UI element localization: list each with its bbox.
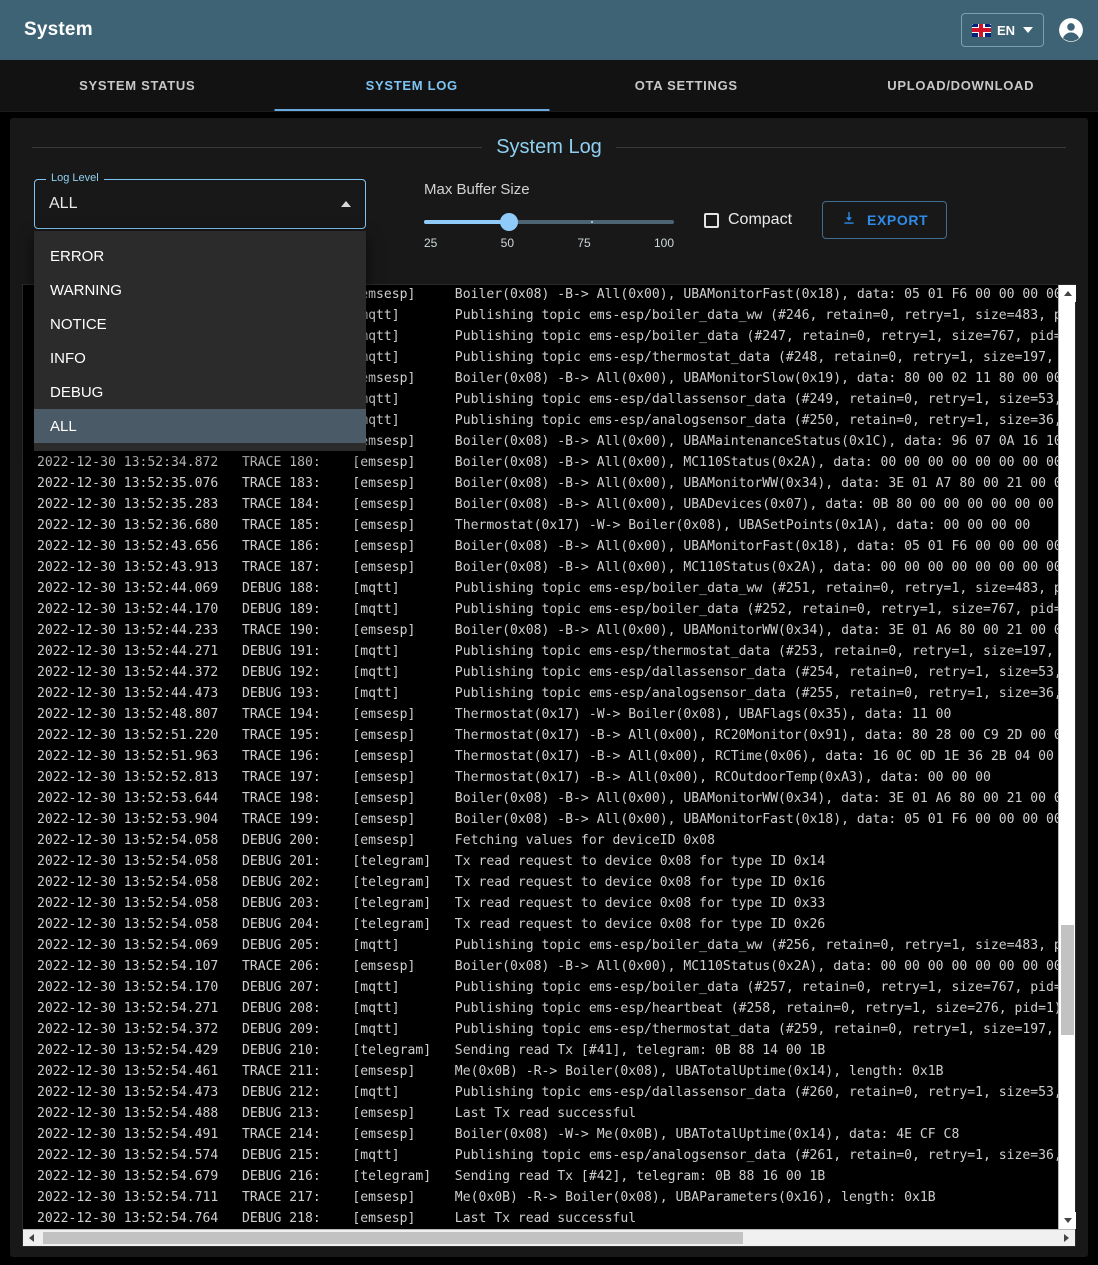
log-line: 2022-12-30 13:52:34.872 TRACE 180: [emse… <box>37 452 1058 473</box>
slider-tick-75 <box>591 221 593 223</box>
log-level-menu: ERROR WARNING NOTICE INFO DEBUG ALL <box>34 231 366 451</box>
slider-marks: 25 50 75 100 <box>424 236 674 250</box>
vertical-scroll-thumb[interactable] <box>1061 925 1074 1035</box>
log-line: 2022-12-30 13:52:52.813 TRACE 197: [emse… <box>37 767 1058 788</box>
log-line: 2022-12-30 13:52:54.764 DEBUG 218: [emse… <box>37 1208 1058 1229</box>
max-buffer-size-block: Max Buffer Size 25 50 75 100 <box>424 179 674 250</box>
log-line: 2022-12-30 13:52:54.058 DEBUG 201: [tele… <box>37 851 1058 872</box>
controls-row: Log Level ALL ERROR WARNING NOTICE INFO … <box>10 159 1088 250</box>
log-level-option-notice[interactable]: NOTICE <box>34 307 366 341</box>
divider-right <box>616 147 1066 148</box>
log-line: 2022-12-30 13:52:53.904 TRACE 199: [emse… <box>37 809 1058 830</box>
log-line: 2022-12-30 13:52:35.283 TRACE 184: [emse… <box>37 494 1058 515</box>
log-line: 2022-12-30 13:52:54.058 DEBUG 203: [tele… <box>37 893 1058 914</box>
slider-thumb[interactable] <box>500 213 518 231</box>
tab-ota-settings[interactable]: OTA SETTINGS <box>549 60 824 111</box>
log-line: 2022-12-30 13:52:54.058 DEBUG 202: [tele… <box>37 872 1058 893</box>
log-line: 2022-12-30 13:52:54.429 DEBUG 210: [tele… <box>37 1040 1058 1061</box>
log-line: 2022-12-30 13:52:53.644 TRACE 198: [emse… <box>37 788 1058 809</box>
log-line: 2022-12-30 13:52:51.220 TRACE 195: [emse… <box>37 725 1058 746</box>
log-level-option-debug[interactable]: DEBUG <box>34 375 366 409</box>
log-line: 2022-12-30 13:52:54.679 DEBUG 216: [tele… <box>37 1166 1058 1187</box>
slider-mark-25: 25 <box>424 236 437 250</box>
log-line: 2022-12-30 13:52:44.271 DEBUG 191: [mqtt… <box>37 641 1058 662</box>
triangle-left-icon[interactable] <box>23 1230 40 1246</box>
tab-system-log[interactable]: SYSTEM LOG <box>275 60 550 111</box>
tab-bar: SYSTEM STATUS SYSTEM LOG OTA SETTINGS UP… <box>0 60 1098 112</box>
panel-title: System Log <box>496 136 602 159</box>
log-line: 2022-12-30 13:52:44.372 DEBUG 192: [mqtt… <box>37 662 1058 683</box>
export-label: EXPORT <box>867 212 928 228</box>
log-line: 2022-12-30 13:52:36.680 TRACE 185: [emse… <box>37 515 1058 536</box>
log-line: 2022-12-30 13:52:54.107 TRACE 206: [emse… <box>37 956 1058 977</box>
tab-upload-download[interactable]: UPLOAD/DOWNLOAD <box>824 60 1098 111</box>
log-line: 2022-12-30 13:52:54.372 DEBUG 209: [mqtt… <box>37 1019 1058 1040</box>
log-level-select-wrap: Log Level ALL ERROR WARNING NOTICE INFO … <box>34 179 366 229</box>
slider-mark-100: 100 <box>654 236 674 250</box>
log-line: 2022-12-30 13:52:54.491 TRACE 214: [emse… <box>37 1124 1058 1145</box>
language-selector[interactable]: EN <box>961 13 1044 47</box>
slider-mark-50: 50 <box>501 236 514 250</box>
log-line: 2022-12-30 13:52:43.913 TRACE 187: [emse… <box>37 557 1058 578</box>
max-buffer-size-slider[interactable] <box>424 214 674 230</box>
log-level-option-all[interactable]: ALL <box>34 409 366 443</box>
triangle-down-icon[interactable] <box>1059 1212 1076 1229</box>
log-line: 2022-12-30 13:52:54.488 DEBUG 213: [emse… <box>37 1103 1058 1124</box>
divider-left <box>32 147 482 148</box>
slider-fill <box>424 220 509 224</box>
app-header: System EN <box>0 0 1098 60</box>
tab-system-status[interactable]: SYSTEM STATUS <box>0 60 275 111</box>
log-horizontal-scrollbar[interactable] <box>23 1229 1075 1246</box>
caret-up-icon <box>341 201 351 207</box>
panel-title-row: System Log <box>32 136 1066 159</box>
log-vertical-scrollbar[interactable] <box>1058 285 1075 1229</box>
content-panel: System Log Log Level ALL ERROR WARNING N… <box>10 118 1088 1257</box>
log-line: 2022-12-30 13:52:54.069 DEBUG 205: [mqtt… <box>37 935 1058 956</box>
log-line: 2022-12-30 13:52:54.058 DEBUG 204: [tele… <box>37 914 1058 935</box>
log-line: 2022-12-30 13:52:51.963 TRACE 196: [emse… <box>37 746 1058 767</box>
log-line: 2022-12-30 13:52:48.807 TRACE 194: [emse… <box>37 704 1058 725</box>
log-level-value: ALL <box>49 195 77 213</box>
system-log-page: System EN SYSTEM STATUS SYSTEM LOG OTA S… <box>0 0 1098 1265</box>
language-label: EN <box>997 23 1015 38</box>
export-button[interactable]: EXPORT <box>822 201 947 239</box>
log-line: 2022-12-30 13:52:44.069 DEBUG 188: [mqtt… <box>37 578 1058 599</box>
chevron-down-icon <box>1023 27 1033 33</box>
account-circle-icon[interactable] <box>1058 17 1084 43</box>
page-title: System <box>24 19 93 41</box>
log-level-option-error[interactable]: ERROR <box>34 239 366 273</box>
uk-flag-icon <box>972 24 991 37</box>
log-line: 2022-12-30 13:52:54.058 DEBUG 200: [emse… <box>37 830 1058 851</box>
triangle-up-icon[interactable] <box>1059 285 1076 302</box>
log-line: 2022-12-30 13:52:44.473 DEBUG 193: [mqtt… <box>37 683 1058 704</box>
log-line: 2022-12-30 13:52:54.473 DEBUG 212: [mqtt… <box>37 1082 1058 1103</box>
log-line: 2022-12-30 13:52:35.076 TRACE 183: [emse… <box>37 473 1058 494</box>
checkbox-unchecked-icon[interactable] <box>704 213 719 228</box>
log-level-select[interactable]: Log Level ALL <box>34 179 366 229</box>
log-line: 2022-12-30 13:52:54.711 TRACE 217: [emse… <box>37 1187 1058 1208</box>
log-line: 2022-12-30 13:52:54.461 TRACE 211: [emse… <box>37 1061 1058 1082</box>
log-line: 2022-12-30 13:52:44.233 TRACE 190: [emse… <box>37 620 1058 641</box>
log-line: 2022-12-30 13:52:54.574 DEBUG 215: [mqtt… <box>37 1145 1058 1166</box>
compact-label: Compact <box>728 211 792 229</box>
log-line: 2022-12-30 13:52:44.170 DEBUG 189: [mqtt… <box>37 599 1058 620</box>
slider-mark-75: 75 <box>577 236 590 250</box>
horizontal-scroll-thumb[interactable] <box>43 1232 743 1244</box>
max-buffer-size-label: Max Buffer Size <box>424 181 674 198</box>
log-line: 2022-12-30 13:52:54.271 DEBUG 208: [mqtt… <box>37 998 1058 1019</box>
triangle-right-icon[interactable] <box>1058 1230 1075 1246</box>
log-line: 2022-12-30 13:52:43.656 TRACE 186: [emse… <box>37 536 1058 557</box>
log-level-option-warning[interactable]: WARNING <box>34 273 366 307</box>
log-line: 2022-12-30 13:52:54.170 DEBUG 207: [mqtt… <box>37 977 1058 998</box>
log-level-legend: Log Level <box>46 172 104 184</box>
download-icon <box>841 210 857 231</box>
compact-toggle[interactable]: Compact <box>704 179 792 229</box>
log-level-option-info[interactable]: INFO <box>34 341 366 375</box>
